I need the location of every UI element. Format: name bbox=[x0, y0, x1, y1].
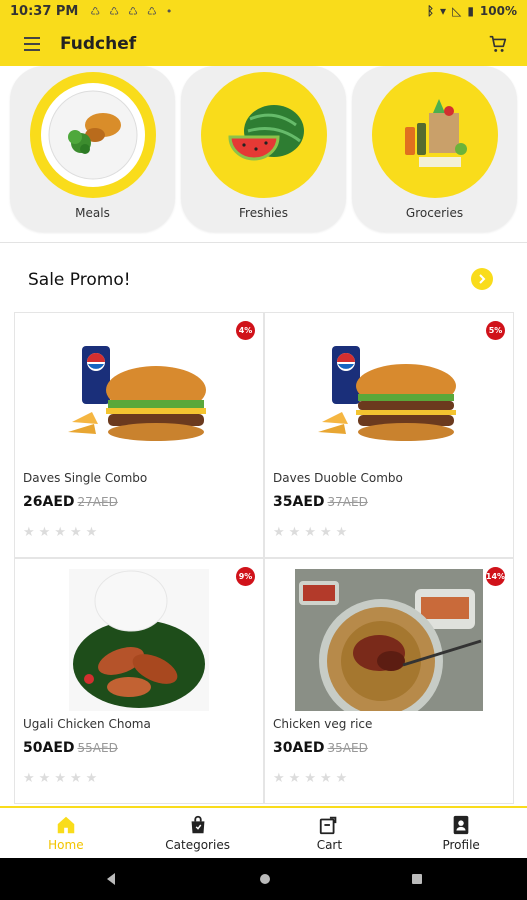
menu-icon[interactable] bbox=[24, 33, 46, 55]
dot-icon: • bbox=[165, 4, 173, 18]
app-screen: 10:37 PM ♺ ♺ ♺ ♺ • ᛒ ▾ ◺ ▮ 100% Fudchef bbox=[0, 0, 527, 900]
product-image bbox=[265, 569, 513, 711]
product-image bbox=[15, 325, 263, 465]
app-title: Fudchef bbox=[60, 34, 137, 54]
chevron-right-icon bbox=[479, 274, 486, 284]
star-icon: ★ bbox=[304, 771, 316, 786]
cart-icon[interactable] bbox=[487, 33, 509, 55]
star-icon: ★ bbox=[54, 771, 66, 786]
product-card[interactable]: 14% Chicken veg rice 30AED 35AED ★ ★ ★ ★… bbox=[264, 558, 514, 804]
nav-label: Cart bbox=[316, 838, 343, 852]
product-card[interactable]: 4% Daves Single Combo 26AED 27AED ★ ★ ★ … bbox=[14, 312, 264, 558]
product-old-price: 35AED bbox=[327, 741, 368, 755]
star-icon: ★ bbox=[273, 525, 285, 540]
product-price: 30AED bbox=[273, 740, 325, 756]
cart-icon bbox=[320, 816, 337, 835]
product-old-price: 27AED bbox=[77, 495, 118, 509]
star-icon: ★ bbox=[23, 771, 35, 786]
status-right: ᛒ ▾ ◺ ▮ 100% bbox=[427, 4, 517, 18]
product-grid: 4% Daves Single Combo 26AED 27AED ★ ★ ★ … bbox=[14, 312, 514, 804]
rating-stars: ★ ★ ★ ★ ★ bbox=[23, 525, 97, 540]
product-name: Chicken veg rice bbox=[273, 717, 373, 731]
category-label: Freshies bbox=[239, 206, 288, 220]
app-bar: Fudchef bbox=[0, 22, 527, 66]
notification-icons: ♺ ♺ ♺ ♺ • bbox=[90, 5, 172, 18]
category-row: Meals Freshies Groceries bbox=[0, 66, 527, 242]
nav-profile[interactable]: Profile bbox=[395, 808, 527, 858]
star-icon: ★ bbox=[288, 525, 301, 540]
product-old-price: 55AED bbox=[77, 741, 118, 755]
wifi-icon: ▾ bbox=[440, 4, 447, 18]
star-icon: ★ bbox=[23, 525, 35, 540]
rating-stars: ★ ★ ★ ★ ★ bbox=[273, 525, 347, 540]
star-icon: ★ bbox=[319, 525, 332, 540]
star-icon: ★ bbox=[335, 771, 348, 786]
notification-icon: ♺ bbox=[147, 4, 157, 18]
product-card[interactable]: 5% Daves Duoble Combo 35AED 37AED ★ ★ ★ … bbox=[264, 312, 514, 558]
rating-stars: ★ ★ ★ ★ ★ bbox=[23, 771, 97, 786]
product-image bbox=[265, 325, 513, 465]
star-icon: ★ bbox=[335, 525, 348, 540]
product-name: Daves Single Combo bbox=[23, 471, 148, 485]
product-image bbox=[15, 569, 263, 711]
status-bar: 10:37 PM ♺ ♺ ♺ ♺ • ᛒ ▾ ◺ ▮ 100% bbox=[0, 0, 527, 22]
category-groceries[interactable]: Groceries bbox=[352, 66, 517, 232]
product-card[interactable]: 9% Ugali Chicken Choma 50AED 55AED ★ ★ ★… bbox=[14, 558, 264, 804]
battery-level: 100% bbox=[479, 4, 517, 18]
nav-home[interactable]: Home bbox=[0, 808, 132, 858]
nav-label: Profile bbox=[442, 838, 480, 852]
category-freshies[interactable]: Freshies bbox=[181, 66, 346, 232]
recents-icon[interactable] bbox=[411, 873, 423, 885]
star-icon: ★ bbox=[85, 525, 98, 540]
home-button-icon[interactable] bbox=[259, 873, 271, 885]
bottom-nav: Home Categories Cart Profile bbox=[0, 806, 527, 858]
product-name: Daves Duoble Combo bbox=[273, 471, 403, 485]
see-all-button[interactable] bbox=[471, 268, 493, 290]
product-price: 50AED bbox=[23, 740, 75, 756]
bag-icon bbox=[191, 815, 205, 834]
groceries-icon bbox=[383, 83, 487, 187]
rating-stars: ★ ★ ★ ★ ★ bbox=[273, 771, 347, 786]
product-old-price: 37AED bbox=[327, 495, 368, 509]
home-icon bbox=[57, 816, 75, 834]
section-title: Sale Promo! bbox=[28, 270, 131, 290]
system-nav-bar bbox=[0, 858, 527, 900]
profile-icon bbox=[453, 815, 469, 835]
nav-cart[interactable]: Cart bbox=[264, 808, 396, 858]
star-icon: ★ bbox=[288, 771, 301, 786]
nav-label: Home bbox=[48, 838, 84, 852]
star-icon: ★ bbox=[38, 525, 51, 540]
divider bbox=[0, 242, 527, 243]
nav-categories[interactable]: Categories bbox=[132, 808, 264, 858]
back-icon[interactable] bbox=[104, 872, 118, 886]
notification-icon: ♺ bbox=[90, 4, 101, 18]
meals-icon bbox=[41, 83, 145, 187]
signal-icon: ◺ bbox=[452, 4, 462, 18]
star-icon: ★ bbox=[54, 525, 66, 540]
product-price: 26AED bbox=[23, 494, 75, 510]
product-name: Ugali Chicken Choma bbox=[23, 717, 151, 731]
star-icon: ★ bbox=[273, 771, 285, 786]
notification-icon: ♺ bbox=[128, 4, 138, 18]
star-icon: ★ bbox=[319, 771, 332, 786]
category-meals[interactable]: Meals bbox=[10, 66, 175, 232]
status-time: 10:37 PM bbox=[10, 3, 79, 19]
notification-icon: ♺ bbox=[109, 4, 120, 18]
category-label: Groceries bbox=[405, 206, 464, 220]
battery-icon: ▮ bbox=[467, 4, 474, 18]
star-icon: ★ bbox=[38, 771, 51, 786]
watermelon-icon bbox=[212, 83, 316, 187]
star-icon: ★ bbox=[85, 771, 98, 786]
product-price: 35AED bbox=[273, 494, 325, 510]
star-icon: ★ bbox=[69, 771, 82, 786]
star-icon: ★ bbox=[69, 525, 82, 540]
nav-label: Categories bbox=[165, 838, 230, 852]
star-icon: ★ bbox=[304, 525, 316, 540]
category-label: Meals bbox=[75, 206, 110, 220]
bluetooth-icon: ᛒ bbox=[426, 4, 435, 18]
